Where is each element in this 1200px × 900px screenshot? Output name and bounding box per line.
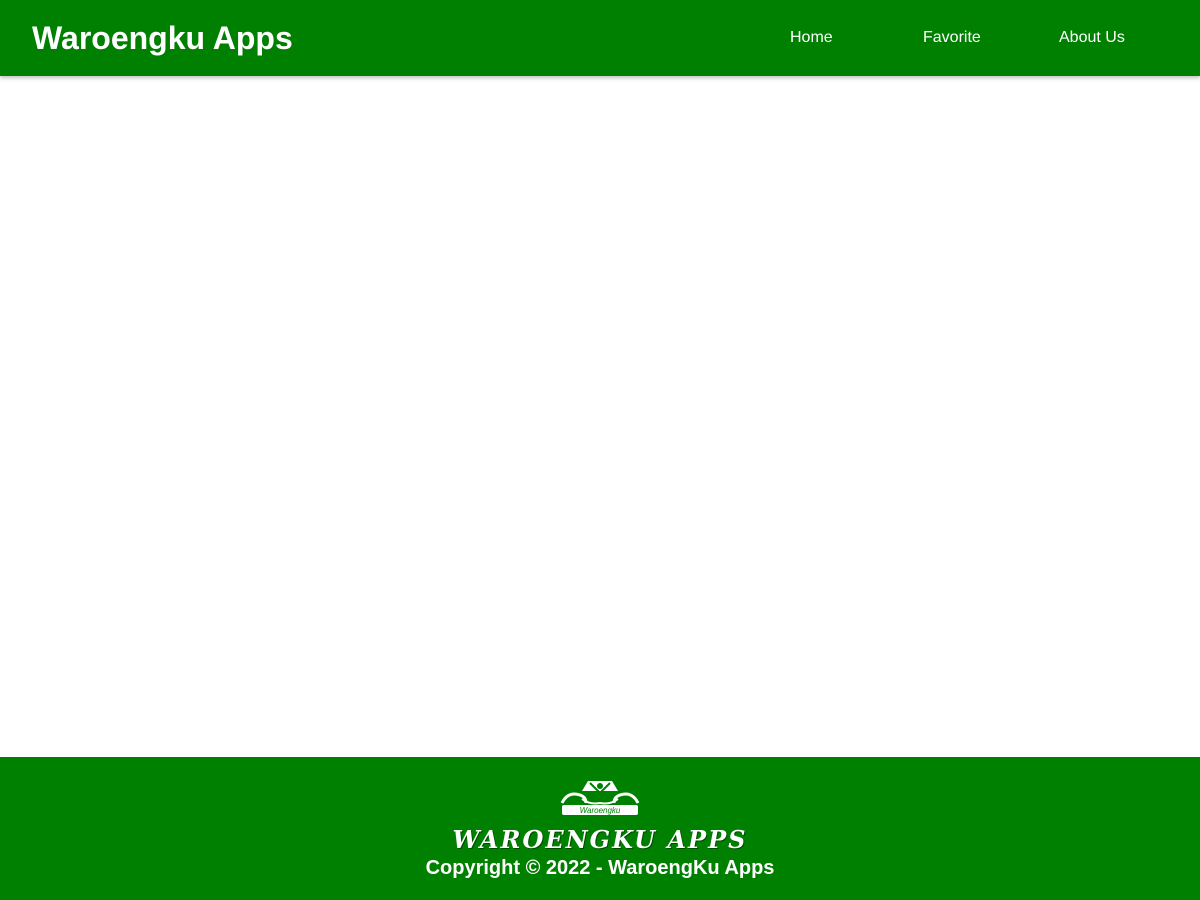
nav-link-home[interactable]: Home [790,28,833,48]
waroengku-logo-icon: Waroengku [560,781,640,815]
logo-text: Waroengku [580,806,621,815]
footer-copyright: Copyright © 2022 - WaroengKu Apps [425,857,775,879]
nav-link-favorite[interactable]: Favorite [923,28,981,48]
main-nav: Home Favorite About Us [0,0,1200,76]
nav-link-about-us[interactable]: About Us [1059,28,1125,48]
app-footer: Waroengku WAROENGKU APPS Copyright © 202… [0,757,1200,900]
app-header: Waroengku Apps Home Favorite About Us [0,0,1200,76]
footer-title: WAROENGKU APPS [452,825,748,854]
main-content [0,76,1200,757]
